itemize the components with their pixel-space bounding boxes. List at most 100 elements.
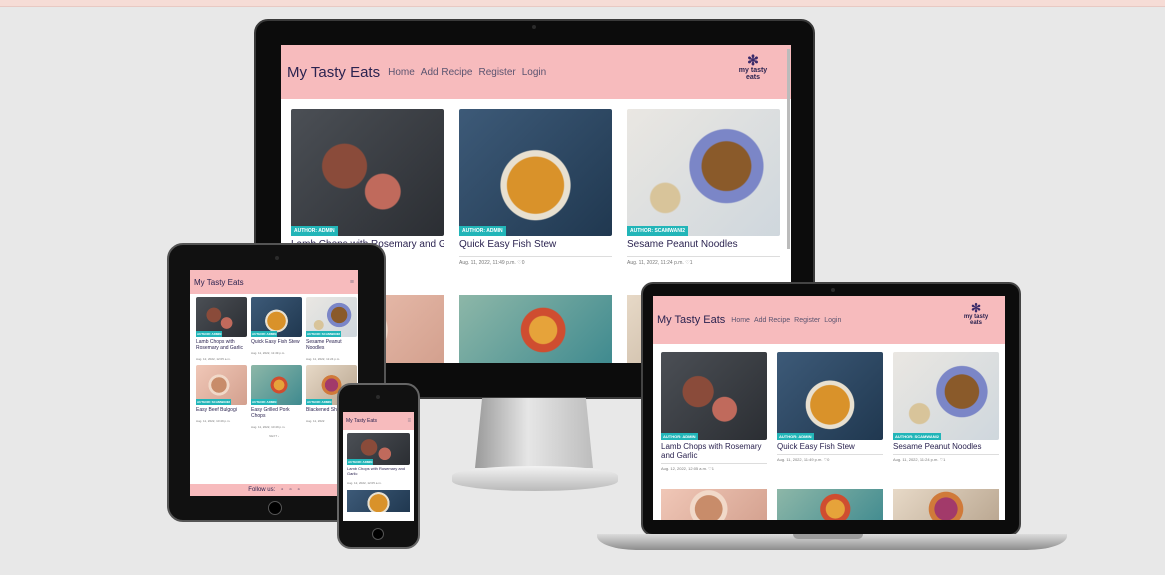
author-badge: AUTHOR: ADMIN [777,433,814,440]
recipe-image[interactable] [661,489,767,520]
recipe-card[interactable]: AUTHOR: ADMIN Easy Grilled Pork Chops Aug.… [251,365,302,429]
recipe-title[interactable]: Quick Easy Fish Stew [777,442,883,451]
recipe-date: Aug. 11, 2022, 11:24 p.m. [627,260,684,266]
recipe-meta: Aug. 12, 2022, 12:05 a.m. ♡1 [661,466,767,471]
recipe-card[interactable]: AUTHOR: ADMIN Quick Easy Fish Stew Aug. … [777,352,883,471]
brand-link[interactable]: My Tasty Eats [287,64,380,81]
author-badge: AUTHOR: SCAMWANI2 [893,433,941,440]
recipe-image[interactable] [347,489,410,512]
author-badge: AUTHOR: ADMIN [251,331,278,337]
recipe-card[interactable]: AUTHOR: ADMIN Quick Easy Fish Stew Aug. … [459,109,612,266]
recipe-date: Aug. 11, 2022, 10:49 p.m. [196,419,231,423]
recipe-image[interactable] [777,489,883,520]
recipe-title[interactable]: Sesame Peanut Noodles [893,442,999,451]
recipe-title[interactable]: Lamb Chops with Rosemary and Garlic [661,442,767,460]
recipe-image[interactable]: AUTHOR: ADMIN [196,297,247,337]
recipe-image[interactable]: AUTHOR: ADMIN [291,109,444,236]
recipe-title[interactable]: Easy Grilled Pork Chops [251,407,302,419]
nav-home[interactable]: Home [388,67,415,78]
recipe-title[interactable]: Quick Easy Fish Stew [251,339,302,345]
monitor-stand-base [452,466,618,491]
twitter-icon[interactable]: ▫ [298,487,300,493]
recipe-card[interactable]: AUTHOR: ADMIN Lamb Chops with Rosemary a… [661,352,767,471]
brand-link[interactable]: My Tasty Eats [657,314,725,326]
recipe-card[interactable]: AUTHOR: ADMIN Quick Easy Fish Stew Aug. 11… [251,297,302,361]
recipe-date: Aug. 12, 2022, 12:05 a.m. [661,466,708,471]
author-badge: AUTHOR: SCAMWANI2 [306,331,341,337]
brand-link[interactable]: My Tasty Eats [346,418,377,424]
recipe-date: Aug. 11, 2022, 11:49 p.m. [777,457,823,462]
hamburger-icon[interactable]: ≡ [407,418,411,424]
recipe-date: Aug. 11, 2022, 11:49 p.m. [459,260,516,266]
nav-login[interactable]: Login [824,317,841,324]
author-badge: AUTHOR: ADMIN [306,399,333,405]
recipe-meta: Aug. 11, 2022, 11:49 p.m. ♡0 [459,260,612,266]
navbar: My Tasty Eats ≡ [343,412,414,430]
recipe-image[interactable]: AUTHOR: ADMIN [661,352,767,440]
recipe-image[interactable]: AUTHOR: SCAMWANI2 [627,109,780,236]
nav-register[interactable]: Register [794,317,820,324]
hamburger-icon[interactable]: ≡ [350,279,354,286]
nav-login[interactable]: Login [522,67,546,78]
recipe-image[interactable]: AUTHOR: ADMIN [777,352,883,440]
pagination-next[interactable]: NEXT › [190,434,358,438]
recipe-title[interactable]: Easy Beef Bulgogi [196,407,247,413]
recipe-image[interactable]: AUTHOR: ADMIN [459,109,612,236]
facebook-icon[interactable]: ▫ [281,487,283,493]
site-logo[interactable]: ✻ my tasty eats [733,53,773,81]
recipe-image[interactable]: AUTHOR: SCAMWANI2 [893,352,999,440]
nav-register[interactable]: Register [478,67,515,78]
recipe-list: AUTHOR: ADMIN Lamb Chops with Rosemary a… [343,430,414,515]
instagram-icon[interactable]: ▫ [289,487,291,493]
browser-top-strip [0,0,1165,7]
navbar: My Tasty Eats Home Add Recipe Register L… [653,296,1005,344]
nav-add-recipe[interactable]: Add Recipe [421,67,473,78]
follow-label: Follow us: [248,487,276,493]
recipe-image[interactable] [459,295,612,363]
author-badge: AUTHOR: ADMIN [196,331,223,337]
author-badge: AUTHOR: SCAMWANI2 [627,226,688,236]
nav-links: Home Add Recipe Register Login [731,317,841,324]
scrollbar[interactable] [787,49,790,249]
recipe-date: Aug. 12, 2022, 12:05 a.m. [196,357,231,361]
footer: Follow us: ▫ ▫ ▫ [190,484,358,496]
recipe-grid: AUTHOR: ADMIN Lamb Chops with Rosemary a… [653,344,1005,520]
navbar: My Tasty Eats Home Add Recipe Register L… [281,45,791,99]
recipe-title[interactable]: Lamb Chops with Rosemary and Garlic [196,339,247,351]
logo-text-line2: eats [745,74,760,81]
whisk-logo-icon: ✻ [747,52,759,68]
nav-add-recipe[interactable]: Add Recipe [754,317,790,324]
recipe-card[interactable]: AUTHOR: SCAMWANI2 Sesame Peanut Noodles … [893,352,999,471]
tablet-home-button[interactable] [268,501,282,515]
nav-home[interactable]: Home [731,317,750,324]
laptop-notch [793,534,863,539]
brand-link[interactable]: My Tasty Eats [194,278,244,287]
tablet-screen: My Tasty Eats ≡ AUTHOR: ADMIN Lamb Chops … [190,270,358,496]
recipe-title[interactable]: Sesame Peanut Noodles [306,339,357,351]
recipe-card[interactable]: AUTHOR: SCAMWANI2 Easy Beef Bulgogi Aug. 1… [196,365,247,429]
laptop-screen: My Tasty Eats Home Add Recipe Register L… [653,296,1005,520]
recipe-title[interactable]: Lamb Chops with Rosemary and Garlic [347,466,410,477]
recipe-image[interactable]: AUTHOR: ADMIN [251,297,302,337]
recipe-image[interactable]: AUTHOR: SCAMWANI2 [306,297,357,337]
recipe-grid: AUTHOR: ADMIN Lamb Chops with Rosemary an… [190,294,358,432]
recipe-card[interactable]: AUTHOR: ADMIN Lamb Chops with Rosemary a… [347,433,410,485]
recipe-image[interactable] [893,489,999,520]
recipe-image[interactable]: AUTHOR: ADMIN [347,433,410,465]
author-badge: AUTHOR: ADMIN [661,433,698,440]
recipe-title[interactable]: Sesame Peanut Noodles [627,239,780,250]
recipe-card[interactable]: AUTHOR: SCAMWANI2 Sesame Peanut Noodles Au… [306,297,357,361]
like-count: 1 [689,260,693,266]
recipe-image[interactable]: AUTHOR: SCAMWANI2 [196,365,247,405]
recipe-card[interactable]: AUTHOR: ADMIN Lamb Chops with Rosemary an… [196,297,247,361]
recipe-card[interactable]: AUTHOR: SCAMWANI2 Sesame Peanut Noodles … [627,109,780,266]
recipe-date: Aug. 12, 2022, 12:05 a.m. [347,480,382,485]
site-logo[interactable]: ✻ my tasty eats [959,302,993,326]
recipe-title[interactable]: Quick Easy Fish Stew [459,239,612,250]
like-count: 1 [943,457,946,462]
phone-home-button[interactable] [372,528,384,540]
author-badge: AUTHOR: SCAMWANI2 [196,399,231,405]
nav-links: Home Add Recipe Register Login [388,67,546,78]
recipe-image[interactable]: AUTHOR: ADMIN [251,365,302,405]
recipe-date: Aug. 11, 2022, 11:49 p.m. [251,351,286,355]
